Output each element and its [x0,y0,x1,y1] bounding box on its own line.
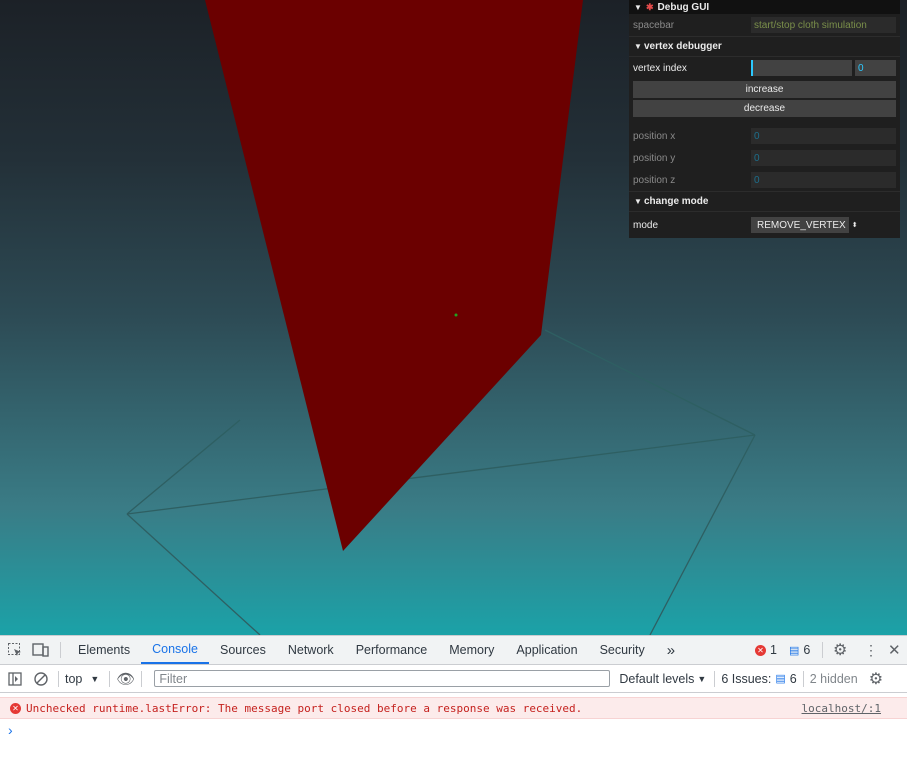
position-x-field: 0 [751,128,896,144]
inspect-element-icon[interactable] [4,639,26,661]
issues-count: 6 [789,671,797,686]
error-text: Unchecked runtime.lastError: The message… [26,701,583,715]
chevron-down-icon: ▼ [634,42,642,51]
position-y-field: 0 [751,150,896,166]
tab-memory[interactable]: Memory [438,636,505,664]
log-levels-dropdown[interactable]: Default levels ▼ [619,672,706,686]
dropdown-arrow-icon: ▼ [90,673,100,684]
vertex-index-label: vertex index [633,62,687,74]
issue-icon: ▤ [775,673,786,685]
vertex-debugger-folder[interactable]: ▼ vertex debugger [629,36,900,57]
position-z-row: position z 0 [629,169,900,191]
bug-icon: ✱ [646,1,654,12]
settings-gear-icon[interactable]: ⚙ [833,640,847,660]
tab-performance[interactable]: Performance [345,636,439,664]
select-arrows-icon: ⬍ [851,222,858,229]
position-x-label: position x [633,130,676,142]
context-selector[interactable]: top ▼ [65,672,99,686]
position-y-row: position y 0 [629,147,900,169]
grid-line [544,329,756,436]
more-tabs-button[interactable]: » [656,636,686,664]
vertex-index-input[interactable]: 0 [855,60,896,76]
hidden-count: 2 hidden [809,671,858,686]
console-toolbar: top ▼ 👁 Filter Default levels ▼ 6 Issues… [0,665,907,693]
console-error-message: ✕ Unchecked runtime.lastError: The messa… [0,697,907,719]
chevron-down-icon: ▼ [634,197,642,206]
grid-line [126,419,241,515]
cloth-mesh [205,0,583,551]
issues-label: 6 Issues: [721,671,772,686]
console-settings-icon[interactable]: ⚙ [869,669,883,689]
vertex-index-row: vertex index 0 [629,57,900,79]
error-source-link[interactable]: localhost/:1 [802,702,881,715]
mode-select-value: REMOVE_VERTEX [757,219,846,231]
devtools-tabbar: Elements Console Sources Network Perform… [0,635,907,665]
spacebar-field[interactable]: start/stop cloth simulation [751,17,896,33]
mode-label: mode [633,219,659,231]
position-x-row: position x 0 [629,125,900,147]
vertex-debugger-title: vertex debugger [644,41,722,52]
position-z-field: 0 [751,172,896,188]
message-counter[interactable]: ▤ 6 [789,643,810,657]
filter-input[interactable]: Filter [154,670,611,687]
decrease-button[interactable]: decrease [633,100,896,117]
device-toggle-icon[interactable] [30,639,52,661]
error-icon: ✕ [10,702,21,714]
tab-application[interactable]: Application [505,636,588,664]
tab-network[interactable]: Network [277,636,345,664]
message-icon: ▤ [789,644,800,657]
eye-icon[interactable]: 👁 [116,670,135,688]
position-z-label: position z [633,174,676,186]
vertex-index-slider[interactable] [751,60,852,76]
tab-sources[interactable]: Sources [209,636,277,664]
increase-button[interactable]: increase [633,81,896,98]
spacebar-label: spacebar [633,19,675,31]
issues-button[interactable]: 6 Issues: ▤ 6 [721,672,796,686]
dropdown-arrow-icon: ▼ [697,673,707,684]
position-y-label: position y [633,152,676,164]
tab-security[interactable]: Security [589,636,656,664]
grid-line [126,513,261,635]
devtools-panel: Elements Console Sources Network Perform… [0,635,907,783]
grid-line [126,434,756,515]
tab-elements[interactable]: Elements [67,636,141,664]
error-icon: ✕ [755,644,766,656]
vertex-marker [454,313,458,317]
more-options-icon[interactable]: ⋮ [864,642,878,659]
tab-console[interactable]: Console [141,636,209,664]
prompt-chevron-icon: › [8,722,13,738]
gui-title[interactable]: ▼ ✱ Debug GUI [629,0,900,14]
mode-select[interactable]: REMOVE_VERTEX ⬍ [751,217,858,233]
sidebar-toggle-icon[interactable] [4,668,26,690]
debug-gui-panel: ▼ ✱ Debug GUI spacebar start/stop cloth … [629,0,900,238]
close-devtools-icon[interactable]: ✕ [888,641,901,659]
spacebar-row: spacebar start/stop cloth simulation [629,14,900,36]
error-counter[interactable]: ✕ 1 [755,643,777,657]
mode-row: mode REMOVE_VERTEX ⬍ [629,212,900,238]
gui-title-label: Debug GUI [657,1,710,13]
change-mode-title: change mode [644,196,709,207]
grid-line [649,434,756,635]
change-mode-folder[interactable]: ▼ change mode [629,191,900,212]
webgl-canvas[interactable]: ▼ ✱ Debug GUI spacebar start/stop cloth … [0,0,907,635]
context-value: top [65,671,83,686]
chevron-down-icon: ▼ [634,2,642,12]
message-count: 6 [803,643,811,657]
clear-console-icon[interactable] [30,668,52,690]
error-count: 1 [770,643,777,657]
console-prompt[interactable]: › [0,719,907,741]
log-levels-value: Default levels [619,671,695,686]
